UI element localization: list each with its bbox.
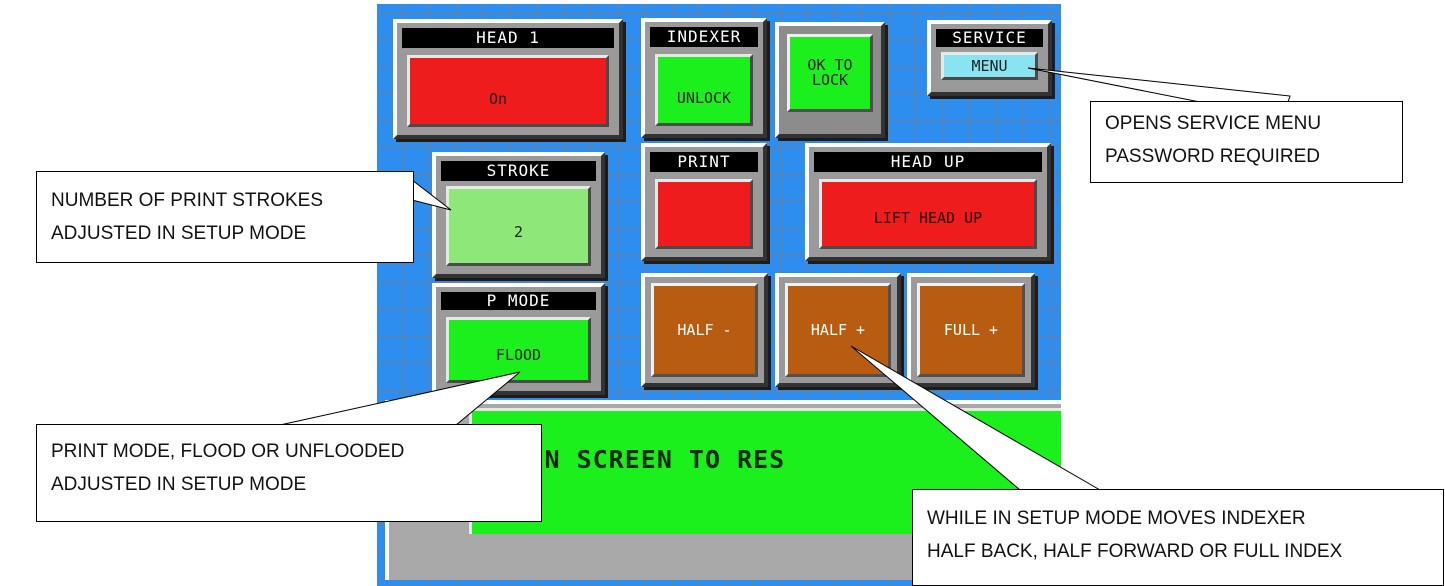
pmode-callout-pointer (279, 371, 521, 426)
pmode-callout-line2: ADJUSTED IN SETUP MODE (51, 474, 307, 495)
stroke-callout-line2: ADJUSTED IN SETUP MODE (51, 223, 307, 244)
stroke-callout-line1: NUMBER OF PRINT STROKES (51, 190, 324, 211)
indexer-callout: WHILE IN SETUP MODE MOVES INDEXER HALF B… (912, 489, 1444, 586)
pmode-callout: PRINT MODE, FLOOD OR UNFLOODED ADJUSTED … (36, 424, 542, 522)
stroke-callout: NUMBER OF PRINT STROKES ADJUSTED IN SETU… (36, 171, 414, 263)
indexer-callout-pointer (850, 345, 1102, 491)
indexer-callout-line2: HALF BACK, HALF FORWARD OR FULL INDEX (927, 541, 1343, 562)
service-callout-pointer (1027, 67, 1291, 103)
stroke-callout-pointer (411, 178, 452, 211)
pmode-callout-line1: PRINT MODE, FLOOD OR UNFLOODED (51, 441, 405, 462)
indexer-callout-line1: WHILE IN SETUP MODE MOVES INDEXER (927, 508, 1306, 529)
service-callout-line1: OPENS SERVICE MENU (1105, 113, 1322, 134)
service-callout: OPENS SERVICE MENU PASSWORD REQUIRED (1090, 101, 1403, 183)
service-callout-line2: PASSWORD REQUIRED (1105, 146, 1321, 167)
